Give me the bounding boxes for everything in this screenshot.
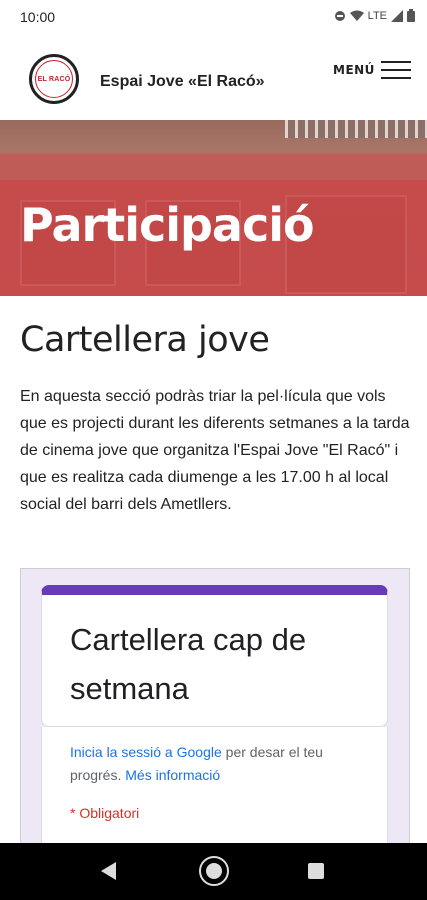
back-icon[interactable]	[101, 862, 116, 880]
signal-icon	[391, 9, 403, 22]
site-title[interactable]: Espai Jove «El Racó»	[100, 73, 265, 91]
network-type: LTE	[367, 9, 387, 22]
embedded-form[interactable]: Cartellera cap de setmana Inicia la sess…	[20, 568, 410, 869]
home-icon[interactable]	[199, 856, 229, 886]
recents-icon[interactable]	[308, 863, 324, 879]
logo-text: EL RACÓ	[35, 60, 73, 98]
menu-button[interactable]: MENÚ	[333, 61, 411, 79]
more-info-link[interactable]: Més informació	[125, 767, 220, 783]
form-header-card: Cartellera cap de setmana	[41, 585, 388, 727]
battery-icon	[407, 9, 415, 22]
page-title: Participació	[20, 198, 315, 252]
site-header: EL RACÓ Espai Jove «El Racó» MENÚ	[0, 36, 427, 120]
signin-notice: Inicia la sessió a Google per desar el t…	[70, 741, 370, 787]
required-note: * Obligatori	[70, 805, 140, 821]
signin-link[interactable]: Inicia la sessió a Google	[70, 744, 222, 760]
system-nav-bar	[0, 843, 427, 900]
section-title: Cartellera jove	[20, 320, 270, 360]
wifi-icon	[349, 10, 364, 21]
menu-label: MENÚ	[333, 63, 375, 77]
site-logo[interactable]: EL RACÓ	[29, 54, 79, 104]
status-time: 10:00	[20, 9, 56, 25]
status-icons: LTE	[334, 9, 415, 22]
hamburger-icon	[380, 61, 411, 79]
hero-balcony	[285, 120, 427, 138]
intro-paragraph: En aquesta secció podràs triar la pel·lí…	[20, 388, 410, 513]
dnd-icon	[334, 10, 345, 21]
status-bar: 10:00 LTE	[0, 0, 427, 36]
form-title: Cartellera cap de setmana	[70, 622, 307, 706]
